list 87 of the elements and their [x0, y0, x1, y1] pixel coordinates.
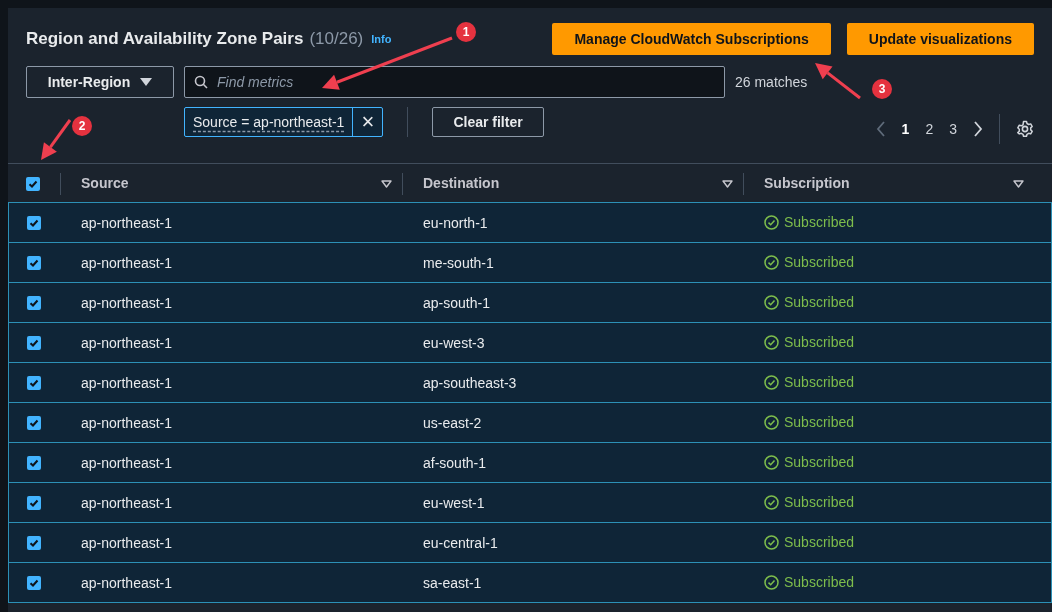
checkbox[interactable] [27, 375, 41, 390]
table-cell: ap-northeast-1 [81, 294, 173, 311]
table-cell: ap-northeast-1 [81, 454, 173, 471]
checkbox[interactable] [27, 335, 41, 350]
page-link[interactable]: 2 [925, 118, 934, 140]
panel-title: Region and Availability Zone Pairs [26, 28, 304, 51]
clear-filter-button[interactable]: Clear filter [432, 107, 544, 137]
annotation-arrow [815, 63, 861, 100]
check-circle-icon [764, 535, 779, 550]
table-cell: ap-northeast-1 [81, 534, 173, 551]
table-cell: eu-west-3 [423, 334, 485, 351]
status-text: Subscribed [784, 213, 855, 232]
table-row[interactable]: ap-northeast-1 ap-southeast-3 Subscribed [8, 362, 1052, 403]
settings-icon[interactable] [1016, 120, 1034, 138]
check-circle-icon [764, 335, 779, 350]
table-cell: eu-central-1 [423, 534, 498, 551]
check-circle-icon [764, 215, 779, 230]
annotation-arrow [41, 119, 72, 160]
status-text: Subscribed [784, 373, 855, 392]
table-cell: ap-northeast-1 [81, 254, 173, 271]
checkbox[interactable] [27, 455, 41, 470]
table-cell: eu-north-1 [423, 214, 488, 231]
check-circle-icon [764, 575, 779, 590]
table-cell: us-east-2 [423, 414, 482, 431]
checkbox[interactable] [27, 255, 41, 270]
table-row[interactable]: ap-northeast-1 eu-west-1 Subscribed [8, 482, 1052, 523]
scope-dropdown[interactable]: Inter-Region [26, 66, 174, 98]
table-cell: ap-south-1 [423, 294, 490, 311]
search-icon [194, 75, 208, 89]
status-text: Subscribed [784, 333, 855, 352]
check-circle-icon [764, 295, 779, 310]
column-header[interactable]: Subscription [764, 173, 850, 194]
caret-icon [140, 78, 153, 86]
match-count: 26 matches [735, 72, 808, 92]
table-row[interactable]: ap-northeast-1 af-south-1 Subscribed [8, 442, 1052, 483]
sort-icon[interactable] [1013, 179, 1024, 188]
checkbox[interactable] [27, 415, 41, 430]
status-text: Subscribed [784, 493, 855, 512]
status-text: Subscribed [784, 253, 855, 272]
search-field[interactable]: Find metrics [184, 66, 725, 98]
check-circle-icon [764, 455, 779, 470]
table-row[interactable]: ap-northeast-1 eu-north-1 Subscribed [8, 202, 1052, 243]
table-row[interactable]: ap-northeast-1 eu-west-3 Subscribed [8, 322, 1052, 363]
table-cell: ap-northeast-1 [81, 214, 173, 231]
status-text: Subscribed [784, 293, 855, 312]
action-button[interactable]: Update visualizations [846, 23, 1034, 55]
filter-token-label: Source = ap-northeast-1 [192, 112, 346, 132]
table-cell: eu-west-1 [423, 494, 485, 511]
check-circle-icon [764, 255, 779, 270]
checkbox[interactable] [27, 495, 41, 510]
checkbox[interactable] [27, 295, 41, 310]
table-row[interactable]: ap-northeast-1 eu-central-1 Subscribed [8, 522, 1052, 563]
column-header[interactable]: Source [81, 173, 129, 194]
checkbox[interactable] [27, 575, 41, 590]
table-cell: af-south-1 [423, 454, 487, 471]
page-link[interactable]: 1 [901, 118, 910, 140]
check-circle-icon [764, 495, 779, 510]
next-page-icon[interactable] [973, 121, 983, 137]
checkbox[interactable] [26, 176, 40, 191]
table-cell: sa-east-1 [423, 574, 482, 591]
checkbox[interactable] [27, 535, 41, 550]
status-text: Subscribed [784, 453, 855, 472]
check-circle-icon [764, 415, 779, 430]
table-cell: ap-northeast-1 [81, 374, 173, 391]
sort-icon[interactable] [722, 179, 733, 188]
page-link[interactable]: 3 [949, 118, 957, 140]
checkbox[interactable] [27, 215, 41, 230]
table-cell: ap-northeast-1 [81, 574, 173, 591]
column-header[interactable]: Destination [423, 173, 500, 194]
sort-icon[interactable] [381, 179, 392, 188]
selection-count: (10/26) [309, 28, 364, 51]
status-text: Subscribed [784, 533, 855, 552]
remove-filter-button[interactable]: × [352, 108, 383, 136]
table-row[interactable]: ap-northeast-1 ap-south-1 Subscribed [8, 282, 1052, 323]
table-cell: ap-southeast-3 [423, 374, 517, 391]
table-row[interactable]: ap-northeast-1 sa-east-1 Subscribed [8, 562, 1052, 603]
table-row[interactable]: ap-northeast-1 us-east-2 Subscribed [8, 402, 1052, 443]
table-cell: ap-northeast-1 [81, 334, 173, 351]
table-cell: ap-northeast-1 [81, 414, 173, 431]
table-cell: me-south-1 [423, 254, 494, 271]
info-link[interactable]: Info [371, 30, 392, 48]
table-row[interactable]: ap-northeast-1 me-south-1 Subscribed [8, 242, 1052, 283]
status-text: Subscribed [784, 573, 855, 592]
check-circle-icon [764, 375, 779, 390]
status-text: Subscribed [784, 413, 855, 432]
table-cell: ap-northeast-1 [81, 494, 173, 511]
action-button[interactable]: Manage CloudWatch Subscriptions [552, 23, 831, 55]
